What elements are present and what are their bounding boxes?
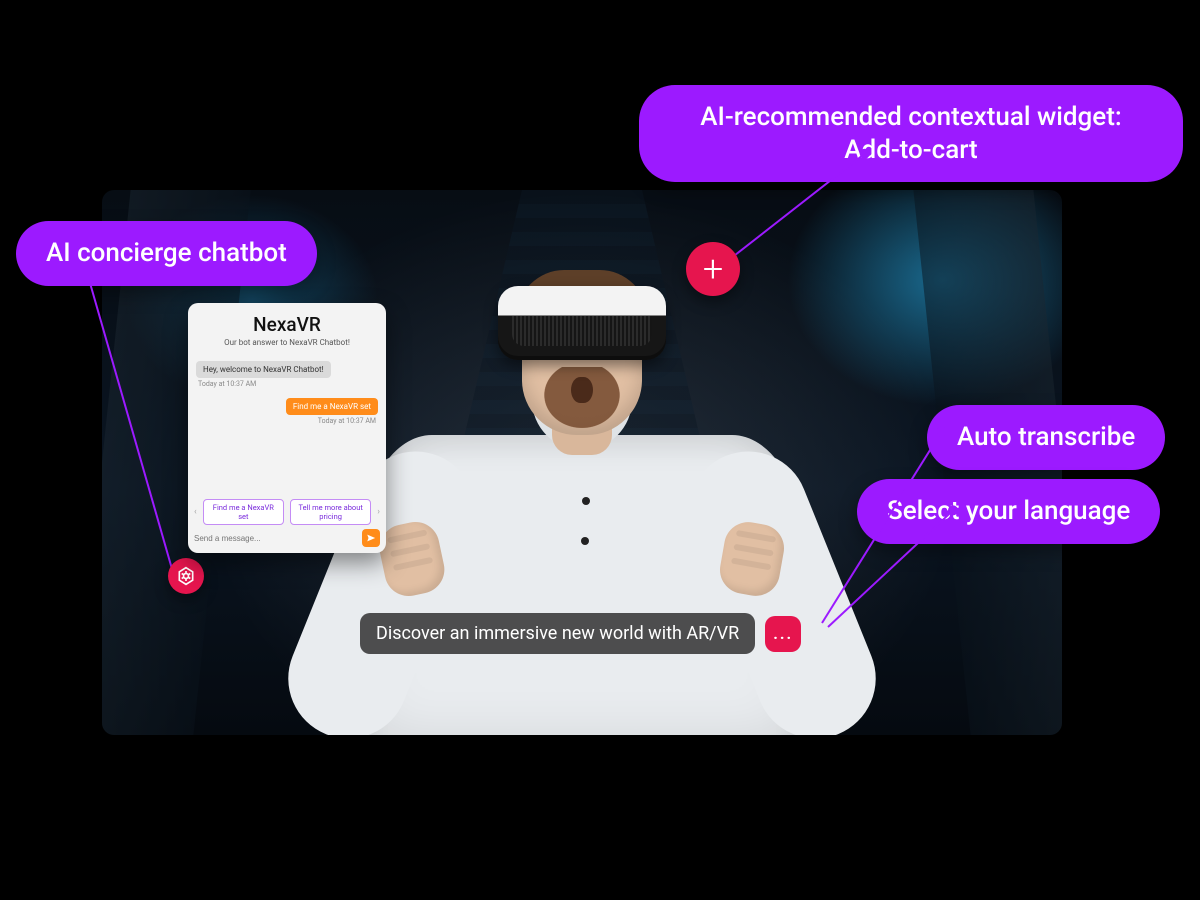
annotation-language: Select your language xyxy=(857,479,1160,544)
chatbot-panel: NexaVR Our bot answer to NexaVR Chatbot!… xyxy=(188,303,386,553)
chat-suggestion-1[interactable]: Find me a NexaVR set xyxy=(203,499,284,525)
annotation-widget-line1: AI-recommended contextual widget: xyxy=(700,102,1121,132)
annotation-chatbot: AI concierge chatbot xyxy=(16,221,317,286)
chevron-left-icon[interactable]: ‹ xyxy=(194,507,197,517)
brand-badge-button[interactable] xyxy=(168,558,204,594)
caption-more-button[interactable]: ... xyxy=(765,616,801,652)
chevron-right-icon[interactable]: › xyxy=(377,507,380,517)
chat-user-message: Find me a NexaVR set xyxy=(286,398,378,415)
chat-body: Hey, welcome to NexaVR Chatbot! Today at… xyxy=(196,357,378,501)
person-vr xyxy=(342,235,822,735)
hexagon-icon xyxy=(176,566,196,586)
chat-user-timestamp: Today at 10:37 AM xyxy=(196,417,376,425)
send-icon xyxy=(366,533,376,543)
chat-input[interactable] xyxy=(194,534,358,543)
chat-suggestion-2[interactable]: Tell me more about pricing xyxy=(290,499,371,525)
chat-bot-timestamp: Today at 10:37 AM xyxy=(198,380,378,388)
video-caption: Discover an immersive new world with AR/… xyxy=(360,613,755,654)
chat-subtitle: Our bot answer to NexaVR Chatbot! xyxy=(188,338,386,347)
chat-bot-message: Hey, welcome to NexaVR Chatbot! xyxy=(196,361,331,378)
vr-headset-icon xyxy=(498,286,666,360)
annotation-widget: AI-recommended contextual widget: Add-to… xyxy=(639,85,1183,182)
chat-send-button[interactable] xyxy=(362,529,380,547)
annotation-transcribe: Auto transcribe xyxy=(927,405,1165,470)
chat-suggestions: ‹ Find me a NexaVR set Tell me more abou… xyxy=(194,499,380,525)
ellipsis-icon: ... xyxy=(773,624,793,643)
chat-title: NexaVR xyxy=(188,303,386,336)
add-to-cart-button[interactable]: + xyxy=(686,242,740,296)
plus-icon: + xyxy=(703,248,723,290)
